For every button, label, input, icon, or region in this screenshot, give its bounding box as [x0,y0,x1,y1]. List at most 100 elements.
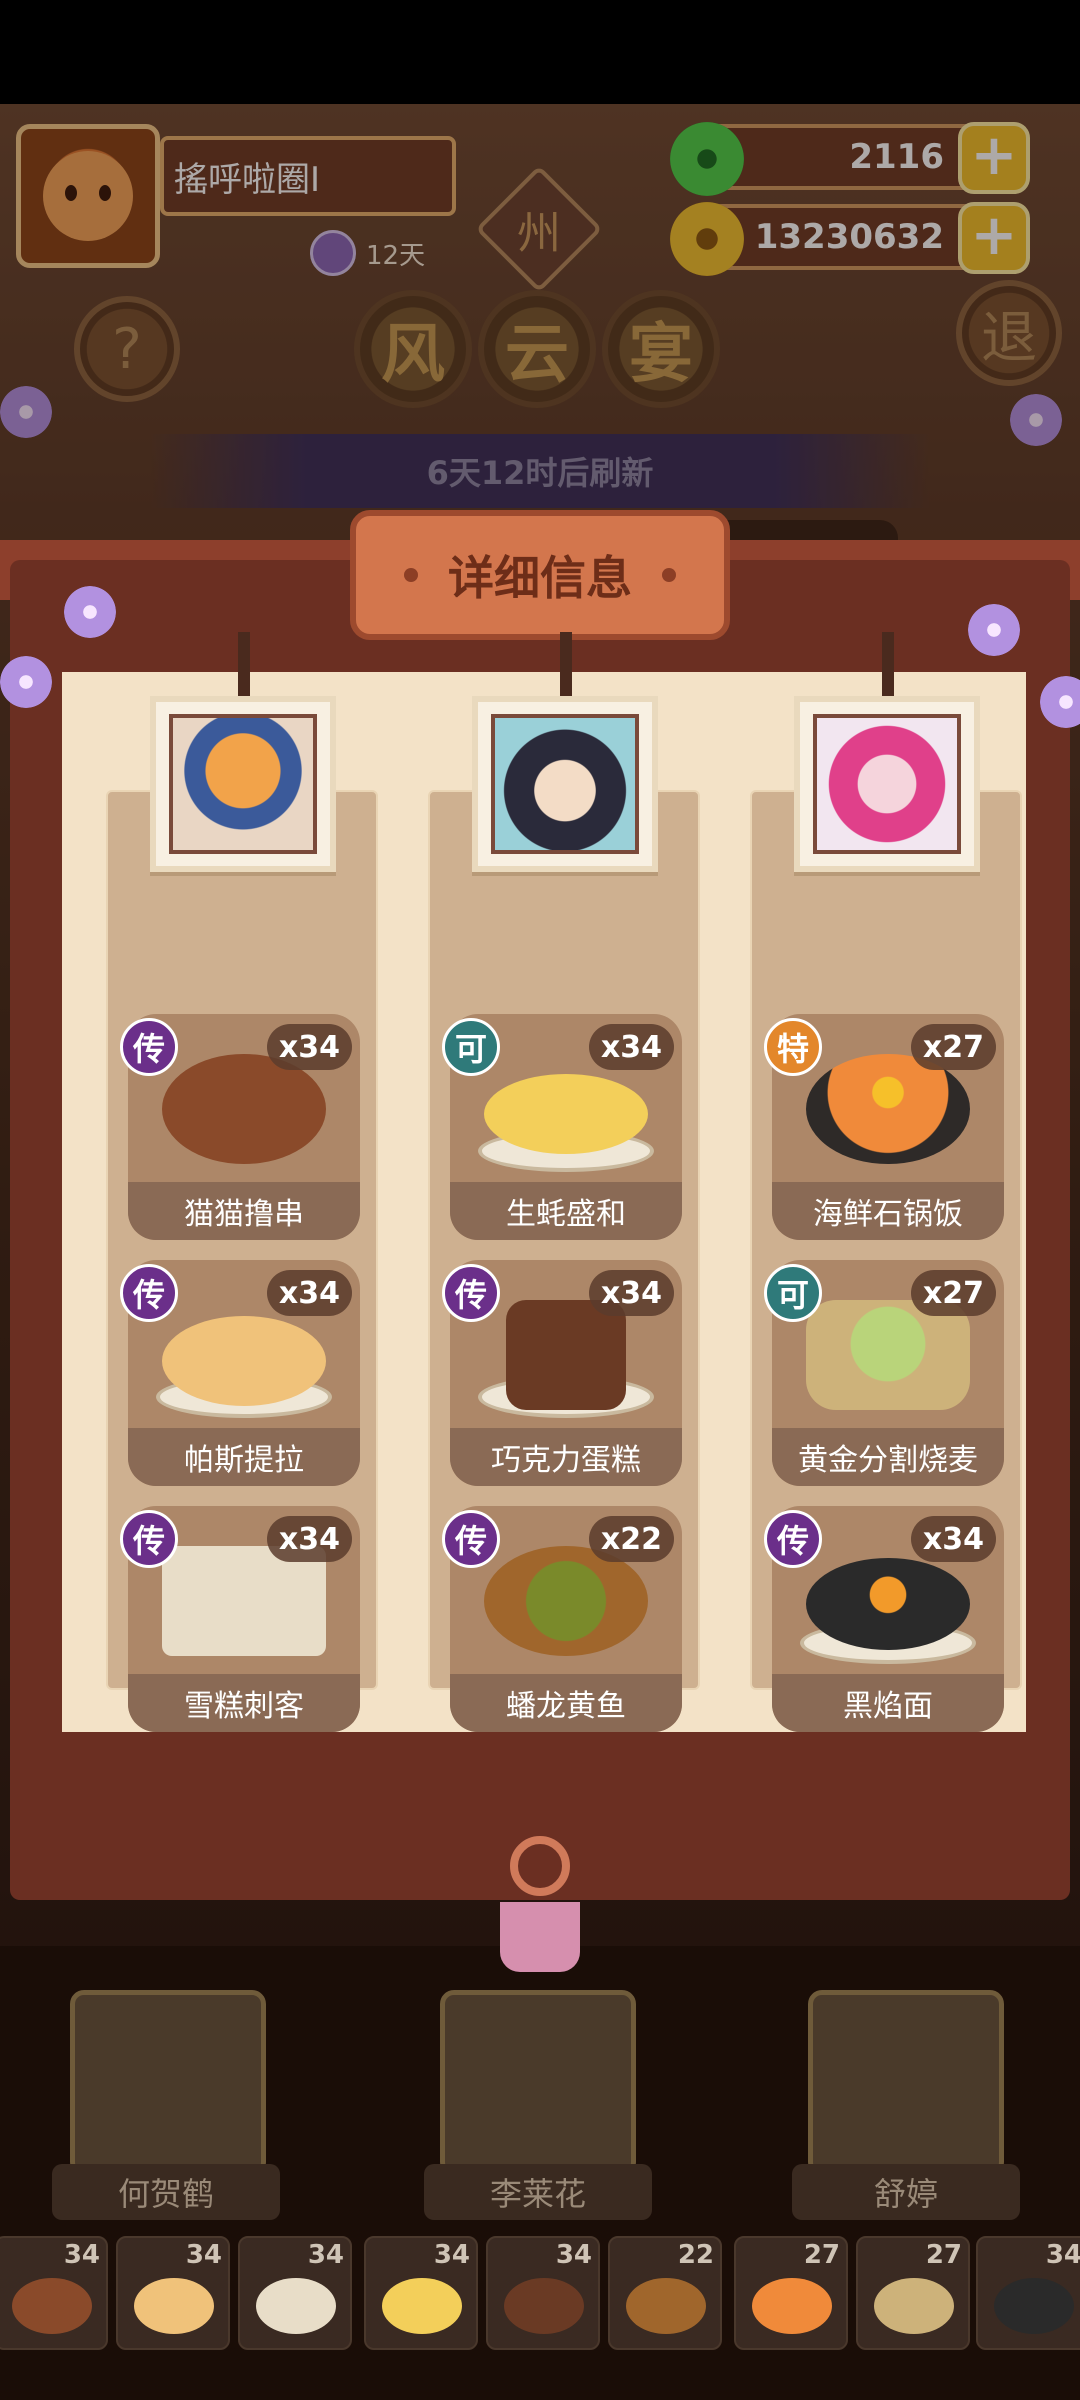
thumb-food [752,2278,832,2334]
chef-portrait-image [491,714,639,854]
dish-name: 黑焰面 [772,1674,1004,1732]
dish-thumbnail[interactable]: 27 [856,2236,970,2350]
dish-image [484,1074,648,1154]
chef-card-3[interactable] [808,1990,1004,2176]
chef-portrait-2 [472,696,658,872]
hanging-string [560,632,572,696]
dish-image [806,1558,970,1650]
chef-card-2[interactable] [440,1990,636,2176]
dish-card[interactable]: 传 x22 蟠龙黄鱼 [442,1506,682,1732]
rarity-badge: 传 [442,1264,500,1322]
chef-portrait-image [813,714,961,854]
dish-name: 巧克力蛋糕 [450,1428,682,1486]
dish-count: x34 [266,1024,352,1070]
thumb-count: 22 [677,2240,714,2270]
rarity-badge: 可 [442,1018,500,1076]
dish-thumbnail[interactable]: 34 [0,2236,108,2350]
dish-image [162,1546,326,1656]
dish-image [484,1546,648,1656]
rarity-badge: 传 [764,1510,822,1568]
plaque-dot-right [662,568,676,582]
dish-image [162,1054,326,1164]
thumb-count: 34 [307,2240,344,2270]
dish-card[interactable]: 传 x34 黑焰面 [764,1506,1004,1732]
modal-title: 详细信息 [448,551,632,605]
dish-image [806,1300,970,1410]
dish-count: x34 [588,1024,674,1070]
rarity-badge: 传 [442,1510,500,1568]
dish-name: 雪糕刺客 [128,1674,360,1732]
dish-name: 生蚝盛和 [450,1182,682,1240]
dish-thumbnail-strip: 34 34 34 34 34 22 27 27 34 [0,2236,1080,2362]
dish-card[interactable]: 传 x34 帕斯提拉 [120,1260,360,1486]
rarity-badge: 传 [120,1018,178,1076]
thumb-food [382,2278,462,2334]
dish-thumbnail[interactable]: 34 [238,2236,352,2350]
dish-image [506,1300,626,1410]
chef-column-1: 传 x34 猫猫撸串 传 x34 帕斯提拉 传 x34 雪糕刺客 [106,632,378,1732]
thumb-food [626,2278,706,2334]
dish-count: x34 [910,1516,996,1562]
thumb-food [994,2278,1074,2334]
rarity-badge: 传 [120,1510,178,1568]
dish-name: 蟠龙黄鱼 [450,1674,682,1732]
dish-count: x22 [588,1516,674,1562]
flower-decoration [0,656,52,708]
dish-card[interactable]: 可 x34 生蚝盛和 [442,1014,682,1240]
dish-count: x34 [266,1516,352,1562]
chef-portrait-1 [150,696,336,872]
hanging-string [238,632,250,696]
tassel-knot [510,1836,570,1896]
thumb-count: 27 [803,2240,840,2270]
dish-count: x27 [910,1024,996,1070]
chef-column-3: 特 x27 海鲜石锅饭 可 x27 黄金分割烧麦 传 x34 黑焰面 [750,632,1022,1732]
thumb-food [874,2278,954,2334]
rarity-badge: 可 [764,1264,822,1322]
thumb-food [134,2278,214,2334]
chef-column-2: 可 x34 生蚝盛和 传 x34 巧克力蛋糕 传 x22 蟠龙黄鱼 [428,632,700,1732]
dish-thumbnail[interactable]: 34 [116,2236,230,2350]
dish-card[interactable]: 传 x34 巧克力蛋糕 [442,1260,682,1486]
thumb-count: 34 [63,2240,100,2270]
dish-name: 猫猫撸串 [128,1182,360,1240]
dish-image [162,1316,326,1406]
dish-name: 海鲜石锅饭 [772,1182,1004,1240]
flower-decoration [968,604,1020,656]
hanging-string [882,632,894,696]
thumb-count: 34 [555,2240,592,2270]
dish-count: x34 [588,1270,674,1316]
rarity-badge: 特 [764,1018,822,1076]
dish-name: 黄金分割烧麦 [772,1428,1004,1486]
thumb-food [504,2278,584,2334]
chef-name-1: 何贺鹤 [52,2164,280,2220]
flower-decoration [64,586,116,638]
tassel-decoration [490,1836,590,1976]
thumb-count: 34 [1045,2240,1080,2270]
dish-name: 帕斯提拉 [128,1428,360,1486]
thumb-count: 34 [185,2240,222,2270]
dish-count: x34 [266,1270,352,1316]
thumb-food [12,2278,92,2334]
dish-card[interactable]: 可 x27 黄金分割烧麦 [764,1260,1004,1486]
status-bar [0,0,1080,104]
dish-thumbnail[interactable]: 27 [734,2236,848,2350]
dish-thumbnail[interactable]: 34 [486,2236,600,2350]
dish-thumbnail[interactable]: 34 [364,2236,478,2350]
dish-card[interactable]: 传 x34 猫猫撸串 [120,1014,360,1240]
rarity-badge: 传 [120,1264,178,1322]
modal-title-plaque: 详细信息 [350,510,730,640]
dish-thumbnail[interactable]: 22 [608,2236,722,2350]
dish-card[interactable]: 特 x27 海鲜石锅饭 [764,1014,1004,1240]
chef-name-2: 李莱花 [424,2164,652,2220]
thumb-count: 27 [925,2240,962,2270]
dish-image [806,1054,970,1164]
chef-name-3: 舒婷 [792,2164,1020,2220]
chef-card-1[interactable] [70,1990,266,2176]
chef-portrait-image [169,714,317,854]
thumb-count: 34 [433,2240,470,2270]
dish-card[interactable]: 传 x34 雪糕刺客 [120,1506,360,1732]
chef-portrait-3 [794,696,980,872]
dish-count: x27 [910,1270,996,1316]
dish-thumbnail[interactable]: 34 [976,2236,1080,2350]
thumb-food [256,2278,336,2334]
